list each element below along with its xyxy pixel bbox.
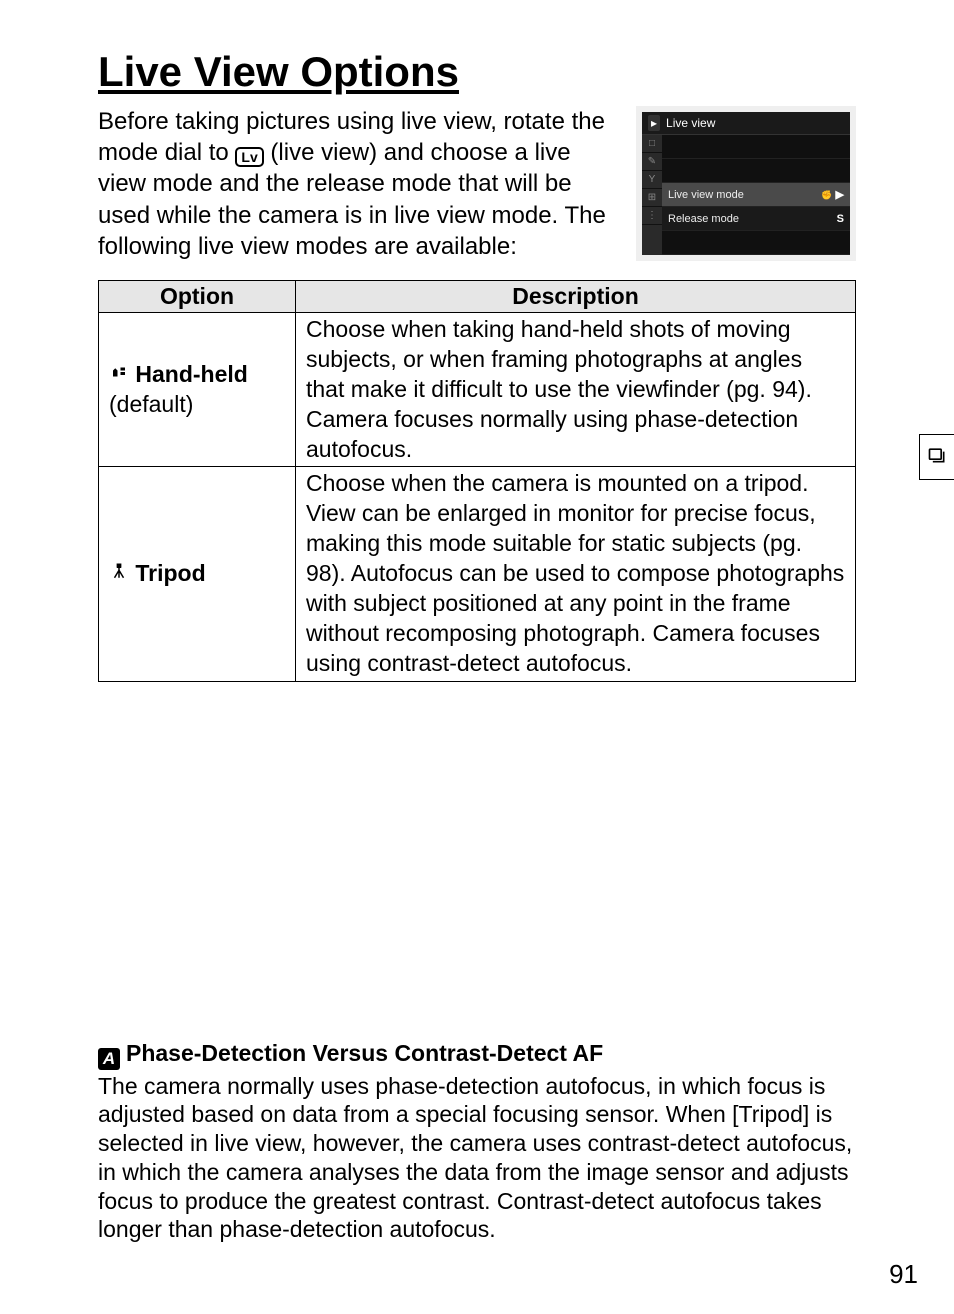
recent-tab-icon: ⋮ (642, 207, 662, 225)
retouch-tab-icon: ⊞ (642, 189, 662, 207)
screenshot-title: Live view (666, 116, 715, 130)
option-desc: Choose when the camera is mounted on a t… (296, 467, 856, 681)
screenshot-left-tabs: □ ✎ Y ⊞ ⋮ (642, 135, 662, 255)
table-row: Tripod Choose when the camera is mounted… (99, 467, 856, 681)
option-name: Tripod (135, 560, 205, 586)
note-title-line: A Phase-Detection Versus Contrast-Detect … (98, 1039, 856, 1070)
row-value: S (837, 213, 844, 225)
row-label: Release mode (668, 213, 739, 225)
table-row: Hand-held (default) Choose when taking h… (99, 312, 856, 466)
camera-menu-screenshot: ▸ Live view □ ✎ Y ⊞ ⋮ Live view mode ✊ ▶ (636, 106, 856, 261)
intro-text: Before taking pictures using live view, … (98, 106, 612, 262)
hand-icon: ✊ (821, 190, 832, 200)
lcd-stack-icon (927, 445, 947, 470)
th-option: Option (99, 280, 296, 312)
option-cell: Tripod (99, 467, 296, 681)
options-table: Option Description Hand-held (default) C… (98, 280, 856, 682)
note-block: A Phase-Detection Versus Contrast-Detect … (98, 1039, 856, 1245)
note-title: Phase-Detection Versus Contrast-Detect A… (126, 1040, 603, 1066)
side-tab (919, 434, 954, 480)
tripod-icon (109, 562, 129, 587)
screenshot-row-liveviewmode: Live view mode ✊ ▶ (662, 183, 850, 207)
note-body: The camera normally uses phase-detection… (98, 1072, 856, 1245)
hand-held-icon (109, 363, 129, 388)
page-number: 91 (889, 1259, 918, 1290)
option-name: Hand-held (135, 361, 247, 387)
live-view-dial-icon: Lv (235, 147, 263, 167)
screenshot-row-releasemode: Release mode S (662, 207, 850, 231)
option-cell: Hand-held (default) (99, 312, 296, 466)
screenshot-blank-row (662, 135, 850, 159)
screenshot-blank-row (662, 159, 850, 183)
option-desc: Choose when taking hand-held shots of mo… (296, 312, 856, 466)
wrench-tab-icon: Y (642, 171, 662, 189)
page-title: Live View Options (98, 48, 856, 96)
row-value: ✊ ▶ (821, 188, 844, 201)
screenshot-titlebar: ▸ Live view (642, 112, 850, 135)
option-sub: (default) (109, 391, 193, 417)
note-icon: A (98, 1048, 120, 1070)
camera-tab-icon: □ (642, 135, 662, 153)
screenshot-blank-row (662, 231, 850, 255)
th-description: Description (296, 280, 856, 312)
row-label: Live view mode (668, 189, 744, 201)
playback-icon: ▸ (648, 115, 660, 131)
pencil-tab-icon: ✎ (642, 153, 662, 171)
